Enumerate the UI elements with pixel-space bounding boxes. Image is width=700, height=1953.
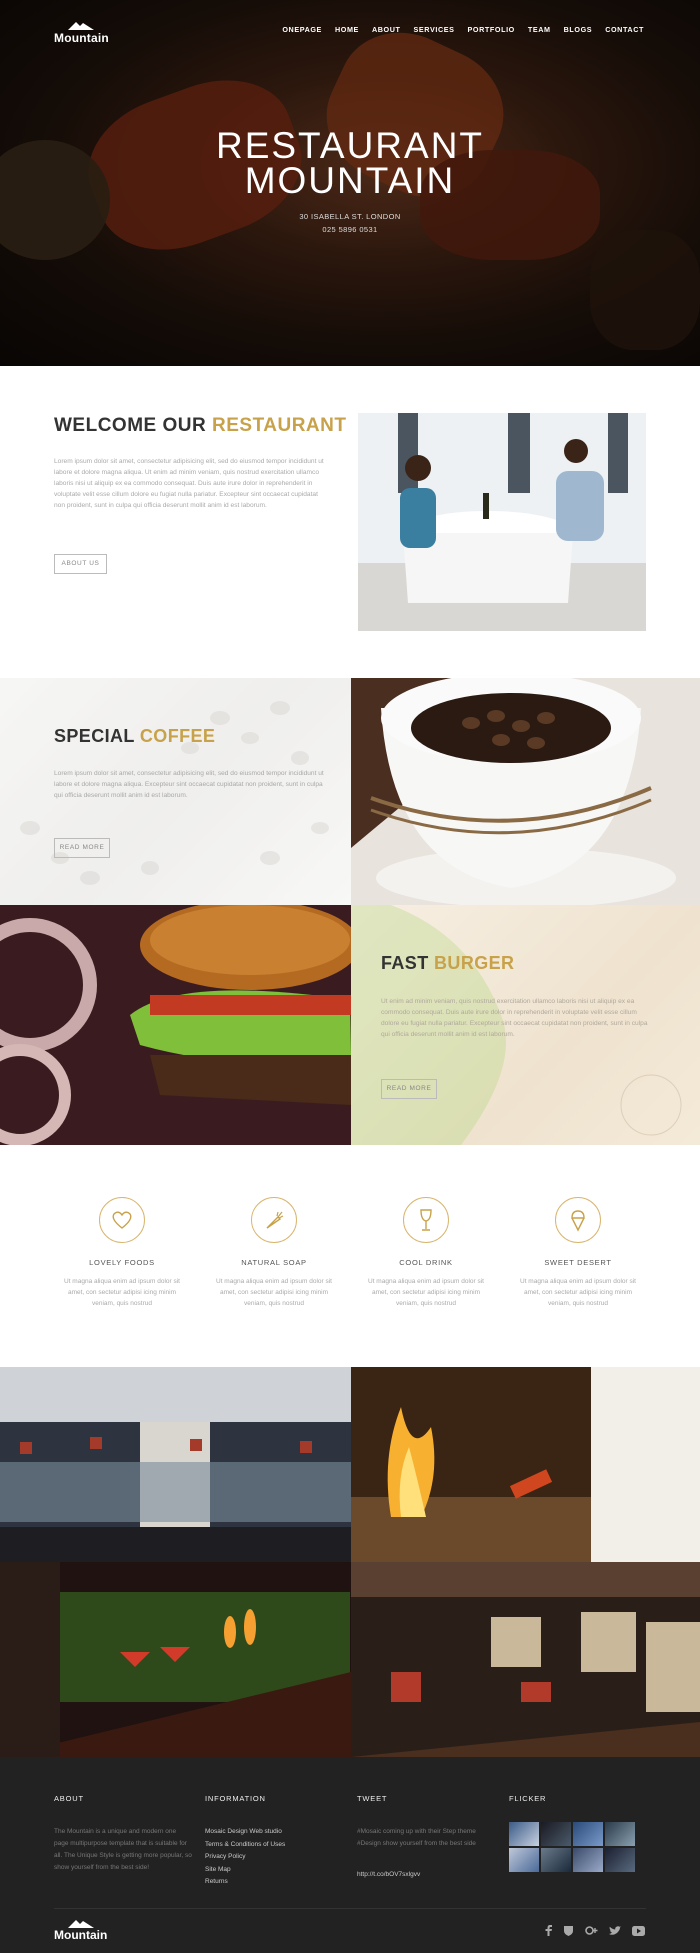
dining-couple-image bbox=[358, 413, 646, 631]
footer-tweet-text: #Mosaic coming up with their Step theme … bbox=[357, 1828, 476, 1847]
page: Mountain ONEPAGE HOME ABOUT SERVICES POR… bbox=[0, 0, 700, 1953]
coffee-cup-image bbox=[351, 678, 700, 905]
social-links bbox=[545, 1925, 645, 1936]
feature-title: SWEET DESERT bbox=[544, 1258, 612, 1267]
footer-info-heading: INFORMATION bbox=[205, 1794, 266, 1803]
nav-item-services[interactable]: SERVICES bbox=[414, 25, 455, 34]
footer-link-sitemap[interactable]: Site Map bbox=[205, 1864, 285, 1877]
flicker-thumbnail[interactable] bbox=[541, 1822, 571, 1846]
shield-icon[interactable] bbox=[563, 1925, 574, 1936]
flicker-thumbnail[interactable] bbox=[605, 1822, 635, 1846]
footer-about-heading: ABOUT bbox=[54, 1794, 84, 1803]
flicker-thumbnail[interactable] bbox=[573, 1822, 603, 1846]
welcome-title-accent: RESTAURANT bbox=[212, 415, 347, 436]
flicker-thumbnail[interactable] bbox=[509, 1822, 539, 1846]
nav-item-blogs[interactable]: BLOGS bbox=[564, 25, 593, 34]
feature-text: Ut magna aliqua enim ad ipsum dolor sit … bbox=[216, 1278, 332, 1307]
wine-glass-icon bbox=[403, 1197, 449, 1243]
gallery-cocktail-bar-image[interactable] bbox=[0, 1562, 351, 1757]
footer-divider bbox=[54, 1908, 646, 1909]
hero-title-line1: RESTAURANT bbox=[215, 125, 485, 166]
feature-cool-drink: COOL DRINK Ut magna aliqua enim ad ipsum… bbox=[356, 1197, 496, 1309]
gallery-restaurant-interior-image[interactable] bbox=[0, 1367, 351, 1562]
coffee-text: Lorem ipsum dolor sit amet, consectetur … bbox=[54, 770, 324, 799]
nav-item-portfolio[interactable]: PORTFOLIO bbox=[468, 25, 515, 34]
footer-info-links: Mosaic Design Web studio Terms & Conditi… bbox=[205, 1826, 285, 1889]
footer-logo[interactable]: Mountain bbox=[54, 1919, 107, 1942]
gallery-chef-flame-image[interactable] bbox=[351, 1367, 700, 1562]
nav-item-onepage[interactable]: ONEPAGE bbox=[282, 25, 322, 34]
nav-item-about[interactable]: ABOUT bbox=[372, 25, 401, 34]
feature-text: Ut magna aliqua enim ad ipsum dolor sit … bbox=[64, 1278, 180, 1307]
feature-title: LOVELY FOODS bbox=[89, 1258, 155, 1267]
burger-title: FAST BURGER bbox=[381, 953, 514, 974]
google-plus-icon[interactable] bbox=[585, 1925, 598, 1936]
facebook-icon[interactable] bbox=[545, 1925, 552, 1936]
nav-item-home[interactable]: HOME bbox=[335, 25, 359, 34]
heart-icon bbox=[99, 1197, 145, 1243]
coffee-title-accent: COFFEE bbox=[139, 726, 216, 746]
flicker-gallery bbox=[509, 1822, 635, 1872]
footer-tweet-link[interactable]: http://t.co/bOV7sxlgvv bbox=[357, 1869, 420, 1881]
main-nav: ONEPAGE HOME ABOUT SERVICES PORTFOLIO TE… bbox=[282, 25, 644, 34]
footer-link-privacy[interactable]: Privacy Policy bbox=[205, 1851, 285, 1864]
hero-phone: 025 5896 0531 bbox=[322, 225, 378, 234]
welcome-title: WELCOME OUR RESTAURANT bbox=[54, 415, 346, 437]
footer-flicker-heading: FLICKER bbox=[509, 1794, 547, 1803]
coffee-title: SPECIAL COFFEE bbox=[54, 726, 215, 747]
hero-address: 30 ISABELLA ST. LONDON bbox=[299, 212, 401, 221]
dining-illustration bbox=[358, 413, 646, 631]
burger-title-plain: FAST bbox=[381, 953, 435, 973]
gallery-dining-hall-image[interactable] bbox=[351, 1562, 700, 1757]
flicker-thumbnail[interactable] bbox=[573, 1848, 603, 1872]
nav-item-team[interactable]: TEAM bbox=[528, 25, 551, 34]
footer-brand-name: Mountain bbox=[54, 1928, 108, 1942]
footer-link-returns[interactable]: Returns bbox=[205, 1876, 285, 1889]
carrot-icon bbox=[251, 1197, 297, 1243]
twitter-icon[interactable] bbox=[609, 1925, 621, 1936]
mountain-icon bbox=[67, 1920, 94, 1928]
coffee-cup-illustration bbox=[351, 678, 700, 905]
feature-title: NATURAL SOAP bbox=[241, 1258, 307, 1267]
nav-item-contact[interactable]: CONTACT bbox=[605, 25, 644, 34]
ice-cream-icon bbox=[555, 1197, 601, 1243]
burger-text: Ut enim ad minim veniam, quis nostrud ex… bbox=[381, 998, 648, 1038]
mountain-icon bbox=[68, 22, 95, 30]
brand-name: Mountain bbox=[54, 31, 109, 45]
brand-logo[interactable]: Mountain bbox=[54, 21, 109, 45]
coffee-title-plain: SPECIAL bbox=[54, 726, 140, 746]
coffee-read-more-button[interactable]: READ MORE bbox=[54, 838, 110, 858]
welcome-title-plain: WELCOME OUR bbox=[54, 415, 212, 436]
burger-illustration bbox=[0, 905, 351, 1145]
feature-text: Ut magna aliqua enim ad ipsum dolor sit … bbox=[368, 1278, 484, 1307]
feature-text: Ut magna aliqua enim ad ipsum dolor sit … bbox=[520, 1278, 636, 1307]
burger-title-accent: BURGER bbox=[434, 953, 515, 973]
flicker-thumbnail[interactable] bbox=[541, 1848, 571, 1872]
about-us-button[interactable]: ABOUT US bbox=[54, 554, 107, 574]
welcome-text: Lorem ipsum dolor sit amet, consectetur … bbox=[54, 458, 324, 509]
footer-link-terms[interactable]: Terms & Conditions of Uses bbox=[205, 1839, 285, 1852]
youtube-icon[interactable] bbox=[632, 1925, 645, 1936]
feature-natural-soap: NATURAL SOAP Ut magna aliqua enim ad ips… bbox=[204, 1197, 344, 1309]
flicker-thumbnail[interactable] bbox=[509, 1848, 539, 1872]
footer-link-mosaic[interactable]: Mosaic Design Web studio bbox=[205, 1826, 285, 1839]
feature-title: COOL DRINK bbox=[399, 1258, 453, 1267]
hero-section: Mountain ONEPAGE HOME ABOUT SERVICES POR… bbox=[0, 0, 700, 366]
flicker-thumbnail[interactable] bbox=[605, 1848, 635, 1872]
hero-title-line2: MOUNTAIN bbox=[244, 160, 456, 201]
burger-image bbox=[0, 905, 351, 1145]
feature-sweet-desert: SWEET DESERT Ut magna aliqua enim ad ips… bbox=[508, 1197, 648, 1309]
feature-lovely-foods: LOVELY FOODS Ut magna aliqua enim ad ips… bbox=[52, 1197, 192, 1309]
burger-read-more-button[interactable]: READ MORE bbox=[381, 1079, 437, 1099]
footer-about-text: The Mountain is a unique and modern one … bbox=[54, 1828, 192, 1871]
footer-tweet-heading: TWEET bbox=[357, 1794, 388, 1803]
